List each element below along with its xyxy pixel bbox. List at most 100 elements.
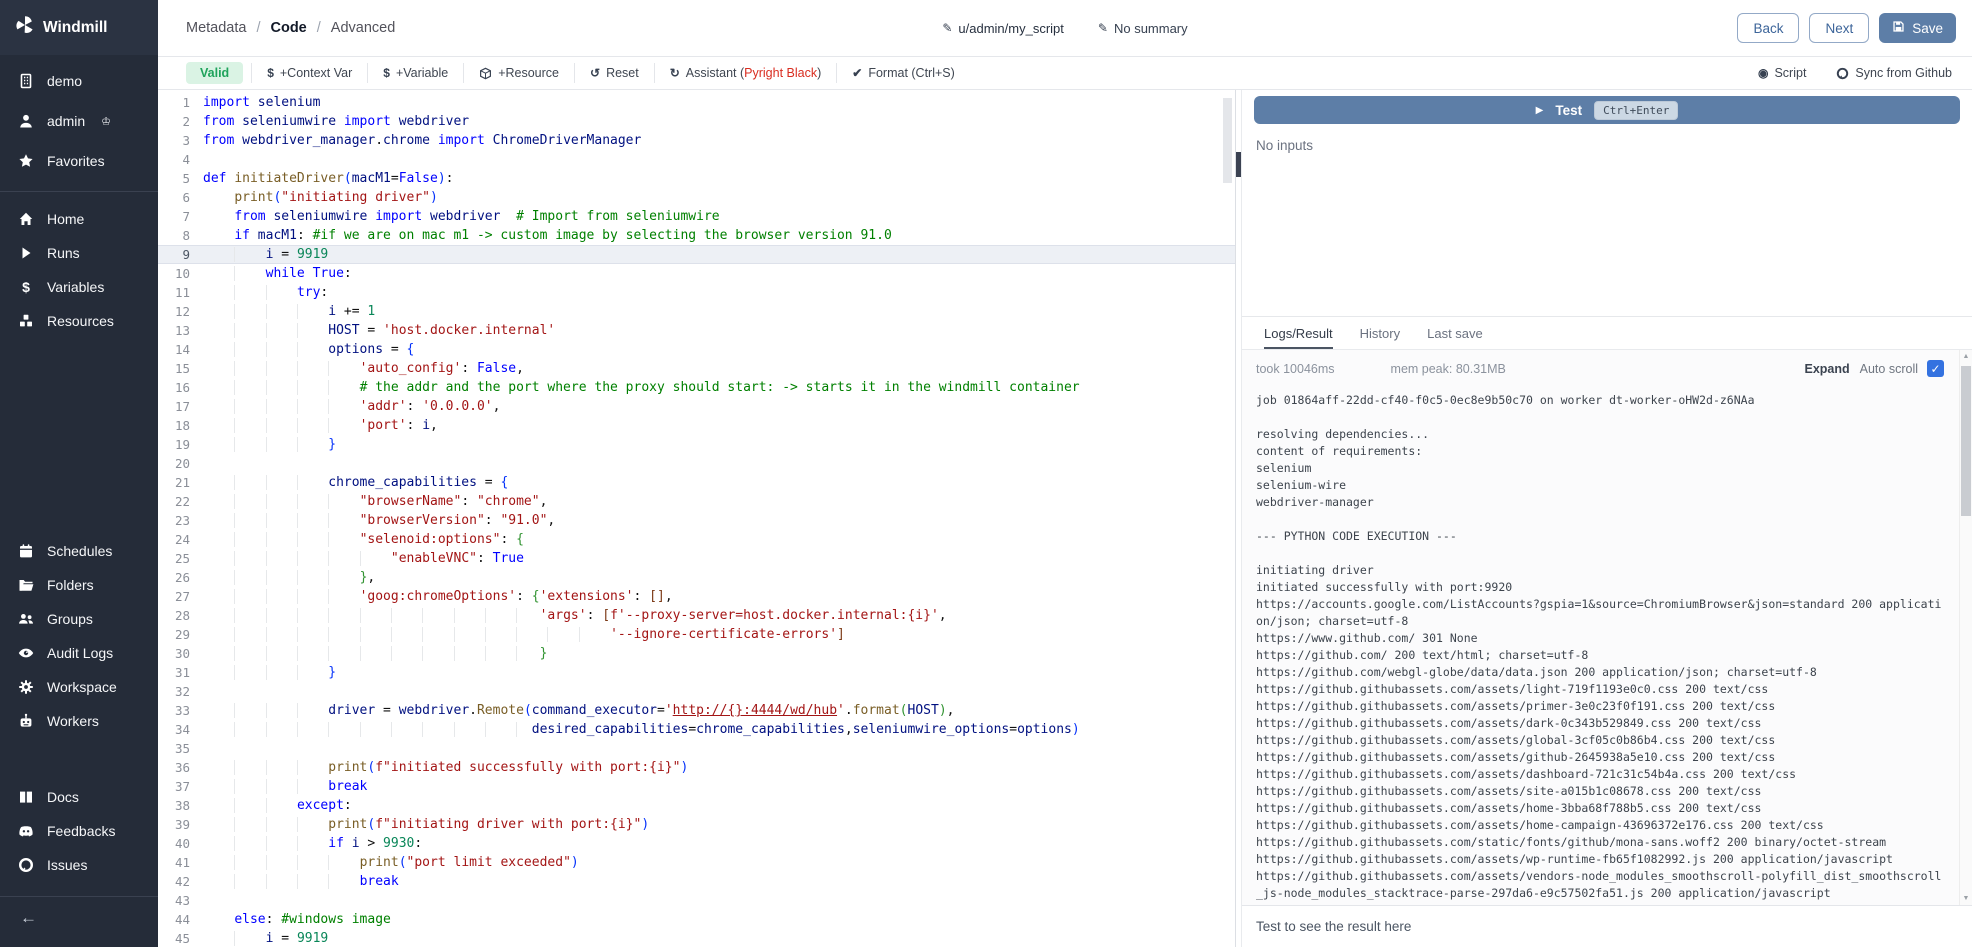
sidebar-item-folders[interactable]: Folders	[0, 568, 158, 602]
autoscroll-checkbox[interactable]: ✓	[1927, 360, 1944, 377]
code-line-22[interactable]: 22 "browserName": "chrome",	[158, 492, 1235, 511]
code-line-38[interactable]: 38 except:	[158, 796, 1235, 815]
code-line-16[interactable]: 16 # the addr and the port where the pro…	[158, 378, 1235, 397]
code-line-2[interactable]: 2from seleniumwire import webdriver	[158, 112, 1235, 131]
code-line-10[interactable]: 10 while True:	[158, 264, 1235, 283]
scroll-down-icon[interactable]: ▼	[1960, 895, 1972, 902]
code-line-37[interactable]: 37 break	[158, 777, 1235, 796]
editor-scrollbar-thumb[interactable]	[1223, 98, 1232, 183]
sidebar-item-workspace[interactable]: Workspace	[0, 670, 158, 704]
scroll-up-icon[interactable]: ▲	[1960, 353, 1972, 360]
sidebar-item-label: Docs	[47, 789, 79, 805]
log-line: https://github.githubassets.com/assets/h…	[1256, 817, 1944, 834]
logs-scrollbar-thumb[interactable]	[1961, 366, 1971, 516]
panel-resizer-handle[interactable]	[1236, 152, 1241, 177]
sidebar-item-feedbacks[interactable]: Feedbacks	[0, 814, 158, 848]
expand-button[interactable]: Expand	[1804, 362, 1849, 376]
code-line-40[interactable]: 40 if i > 9930:	[158, 834, 1235, 853]
code-line-15[interactable]: 15 'auto_config': False,	[158, 359, 1235, 378]
code-line-20[interactable]: 20	[158, 454, 1235, 473]
sidebar-item-schedules[interactable]: Schedules	[0, 534, 158, 568]
windmill-logo[interactable]: Windmill	[0, 0, 158, 55]
code-line-28[interactable]: 28 'args': [f'--proxy-server=host.docker…	[158, 606, 1235, 625]
code-line-3[interactable]: 3from webdriver_manager.chrome import Ch…	[158, 131, 1235, 150]
code-line-8[interactable]: 8 if macM1: #if we are on mac m1 -> cust…	[158, 226, 1235, 245]
code-line-7[interactable]: 7 from seleniumwire import webdriver # I…	[158, 207, 1235, 226]
script-icon: ◉	[1758, 66, 1768, 80]
code-line-31[interactable]: 31 }	[158, 663, 1235, 682]
code-line-42[interactable]: 42 break	[158, 872, 1235, 891]
script-summary[interactable]: ✎ No summary	[1098, 21, 1188, 36]
script-path[interactable]: ✎ u/admin/my_script	[942, 21, 1064, 36]
code-editor[interactable]: 1import selenium2from seleniumwire impor…	[158, 90, 1235, 947]
code-line-43[interactable]: 43	[158, 891, 1235, 910]
code-line-27[interactable]: 27 'goog:chromeOptions': {'extensions': …	[158, 587, 1235, 606]
code-line-21[interactable]: 21 chrome_capabilities = {	[158, 473, 1235, 492]
tab-logs-result[interactable]: Logs/Result	[1264, 317, 1333, 349]
line-number: 29	[158, 625, 190, 644]
tab-metadata[interactable]: Metadata	[186, 20, 246, 36]
code-line-25[interactable]: 25 "enableVNC": True	[158, 549, 1235, 568]
logs-scrollbar[interactable]: ▲ ▼	[1959, 350, 1972, 905]
code-line-12[interactable]: 12 i += 1	[158, 302, 1235, 321]
discord-icon	[17, 823, 35, 839]
code-line-33[interactable]: 33 driver = webdriver.Remote(command_exe…	[158, 701, 1235, 720]
code-line-36[interactable]: 36 print(f"initiated successfully with p…	[158, 758, 1235, 777]
sidebar-item-workers[interactable]: Workers	[0, 704, 158, 738]
code-line-13[interactable]: 13 HOST = 'host.docker.internal'	[158, 321, 1235, 340]
code-line-34[interactable]: 34 desired_capabilities=chrome_capabilit…	[158, 720, 1235, 739]
tab-advanced[interactable]: Advanced	[331, 20, 396, 36]
tab-code[interactable]: Code	[271, 20, 307, 36]
line-number: 17	[158, 397, 190, 416]
sidebar-item-variables[interactable]: $Variables	[0, 270, 158, 304]
code-line-18[interactable]: 18 'port': i,	[158, 416, 1235, 435]
panel-resizer[interactable]	[1235, 90, 1241, 947]
code-line-11[interactable]: 11 try:	[158, 283, 1235, 302]
sidebar-item-runs[interactable]: Runs	[0, 236, 158, 270]
sidebar-item-admin[interactable]: admin♔	[0, 101, 158, 141]
code-line-14[interactable]: 14 options = {	[158, 340, 1235, 359]
assistant-button[interactable]: ↻Assistant (Pyright Black)	[655, 63, 837, 83]
sidebar-collapse-button[interactable]: ←	[0, 897, 158, 939]
reset-button[interactable]: ↺Reset	[575, 63, 654, 83]
save-button[interactable]: Save	[1879, 13, 1956, 43]
sidebar-item-favorites[interactable]: Favorites	[0, 141, 158, 181]
sidebar-item-groups[interactable]: Groups	[0, 602, 158, 636]
sidebar-item-docs[interactable]: Docs	[0, 780, 158, 814]
sync-from-github-button[interactable]: Sync from Github	[1836, 63, 1952, 83]
test-button[interactable]: ▶ Test Ctrl+Enter	[1254, 96, 1960, 124]
sidebar-item-issues[interactable]: Issues	[0, 848, 158, 882]
code-line-39[interactable]: 39 print(f"initiating driver with port:{…	[158, 815, 1235, 834]
sidebar-item-home[interactable]: Home	[0, 202, 158, 236]
context-var-button[interactable]: $+Context Var	[252, 63, 367, 83]
code-line-30[interactable]: 30 }	[158, 644, 1235, 663]
code-line-32[interactable]: 32	[158, 682, 1235, 701]
code-line-6[interactable]: 6 print("initiating driver")	[158, 188, 1235, 207]
code-line-26[interactable]: 26 },	[158, 568, 1235, 587]
code-text: desired_capabilities=chrome_capabilities…	[203, 720, 1080, 739]
sidebar-item-resources[interactable]: Resources	[0, 304, 158, 338]
sidebar-item-audit-logs[interactable]: Audit Logs	[0, 636, 158, 670]
code-line-19[interactable]: 19 }	[158, 435, 1235, 454]
script-button[interactable]: ◉Script	[1758, 63, 1806, 83]
resource-button[interactable]: +Resource	[464, 63, 574, 83]
code-line-44[interactable]: 44 else: #windows image	[158, 910, 1235, 929]
variable-button[interactable]: $+Variable	[368, 63, 463, 83]
code-line-4[interactable]: 4	[158, 150, 1235, 169]
code-line-24[interactable]: 24 "selenoid:options": {	[158, 530, 1235, 549]
code-line-17[interactable]: 17 'addr': '0.0.0.0',	[158, 397, 1235, 416]
back-button[interactable]: Back	[1737, 13, 1799, 43]
tab-history[interactable]: History	[1360, 317, 1400, 349]
code-line-5[interactable]: 5def initiateDriver(macM1=False):	[158, 169, 1235, 188]
sidebar-item-demo[interactable]: demo	[0, 61, 158, 101]
code-line-23[interactable]: 23 "browserVersion": "91.0",	[158, 511, 1235, 530]
code-line-41[interactable]: 41 print("port limit exceeded")	[158, 853, 1235, 872]
code-line-9[interactable]: 9 i = 9919	[158, 245, 1235, 264]
code-line-35[interactable]: 35	[158, 739, 1235, 758]
tab-last-save[interactable]: Last save	[1427, 317, 1483, 349]
format-ctrl-s-button[interactable]: ✔Format (Ctrl+S)	[837, 63, 970, 83]
code-line-45[interactable]: 45 i = 9919	[158, 929, 1235, 947]
next-button[interactable]: Next	[1809, 13, 1869, 43]
code-line-29[interactable]: 29 '--ignore-certificate-errors']	[158, 625, 1235, 644]
code-line-1[interactable]: 1import selenium	[158, 93, 1235, 112]
